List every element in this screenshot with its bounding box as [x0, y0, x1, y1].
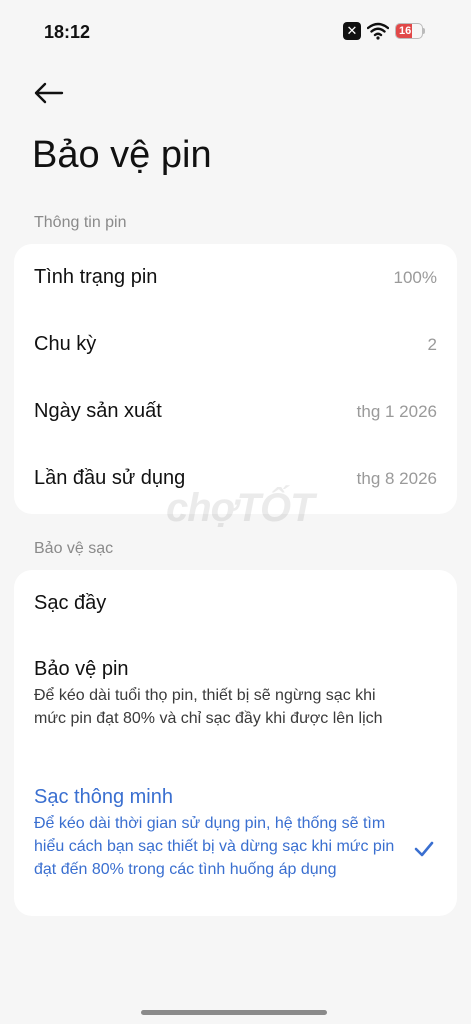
- option-battery-protection[interactable]: Bảo vệ pin Để kéo dài tuổi thọ pin, thiế…: [14, 656, 457, 730]
- option-smart-charge[interactable]: Sạc thông minh Để kéo dài thời gian sử d…: [14, 784, 457, 881]
- option-description: Để kéo dài thời gian sử dụng pin, hệ thố…: [34, 815, 395, 878]
- row-value: thg 1 2026: [356, 401, 437, 421]
- row-label: Lần đầu sử dụng: [34, 467, 186, 489]
- row-manufacture-date: Ngày sản xuất thg 1 2026: [14, 378, 457, 445]
- option-full-charge[interactable]: Sạc đầy: [14, 590, 457, 616]
- home-indicator[interactable]: [141, 1010, 327, 1015]
- battery-icon: 16: [395, 23, 425, 39]
- x-notification-icon: ✕: [343, 22, 361, 40]
- battery-info-card: Tình trạng pin 100% Chu kỳ 2 Ngày sản xu…: [14, 244, 457, 514]
- row-label: Tình trạng pin: [34, 266, 158, 288]
- row-first-use: Lần đầu sử dụng thg 8 2026: [14, 445, 457, 512]
- status-time: 18:12: [44, 22, 91, 42]
- status-bar: 18:12 ✕ 16: [0, 0, 471, 66]
- check-icon: [414, 841, 434, 857]
- section-header-charge-protection: Bảo vệ sạc: [34, 540, 114, 557]
- row-battery-health: Tình trạng pin 100%: [14, 244, 457, 311]
- back-button[interactable]: [28, 76, 68, 110]
- row-label: Chu kỳ: [34, 333, 97, 355]
- option-title: Bảo vệ pin: [34, 658, 129, 680]
- wifi-icon: [367, 22, 389, 40]
- battery-tip: [423, 28, 425, 34]
- row-value: 2: [427, 334, 437, 354]
- row-cycles: Chu kỳ 2: [14, 311, 457, 378]
- option-description: Để kéo dài tuổi thọ pin, thiết bị sẽ ngừ…: [34, 687, 383, 727]
- status-icons: ✕ 16: [343, 22, 425, 40]
- option-title: Sạc đầy: [34, 592, 107, 614]
- row-label: Ngày sản xuất: [34, 400, 162, 422]
- row-value: 100%: [393, 267, 437, 287]
- option-title: Sạc thông minh: [34, 786, 173, 808]
- section-header-battery-info: Thông tin pin: [34, 214, 127, 231]
- battery-body: 16: [395, 23, 423, 39]
- charge-protection-card: Sạc đầy Bảo vệ pin Để kéo dài tuổi thọ p…: [14, 570, 457, 916]
- row-value: thg 8 2026: [356, 468, 437, 488]
- page-title: Bảo vệ pin: [32, 134, 212, 176]
- battery-level: 16: [399, 25, 412, 37]
- arrow-left-icon: [34, 82, 64, 104]
